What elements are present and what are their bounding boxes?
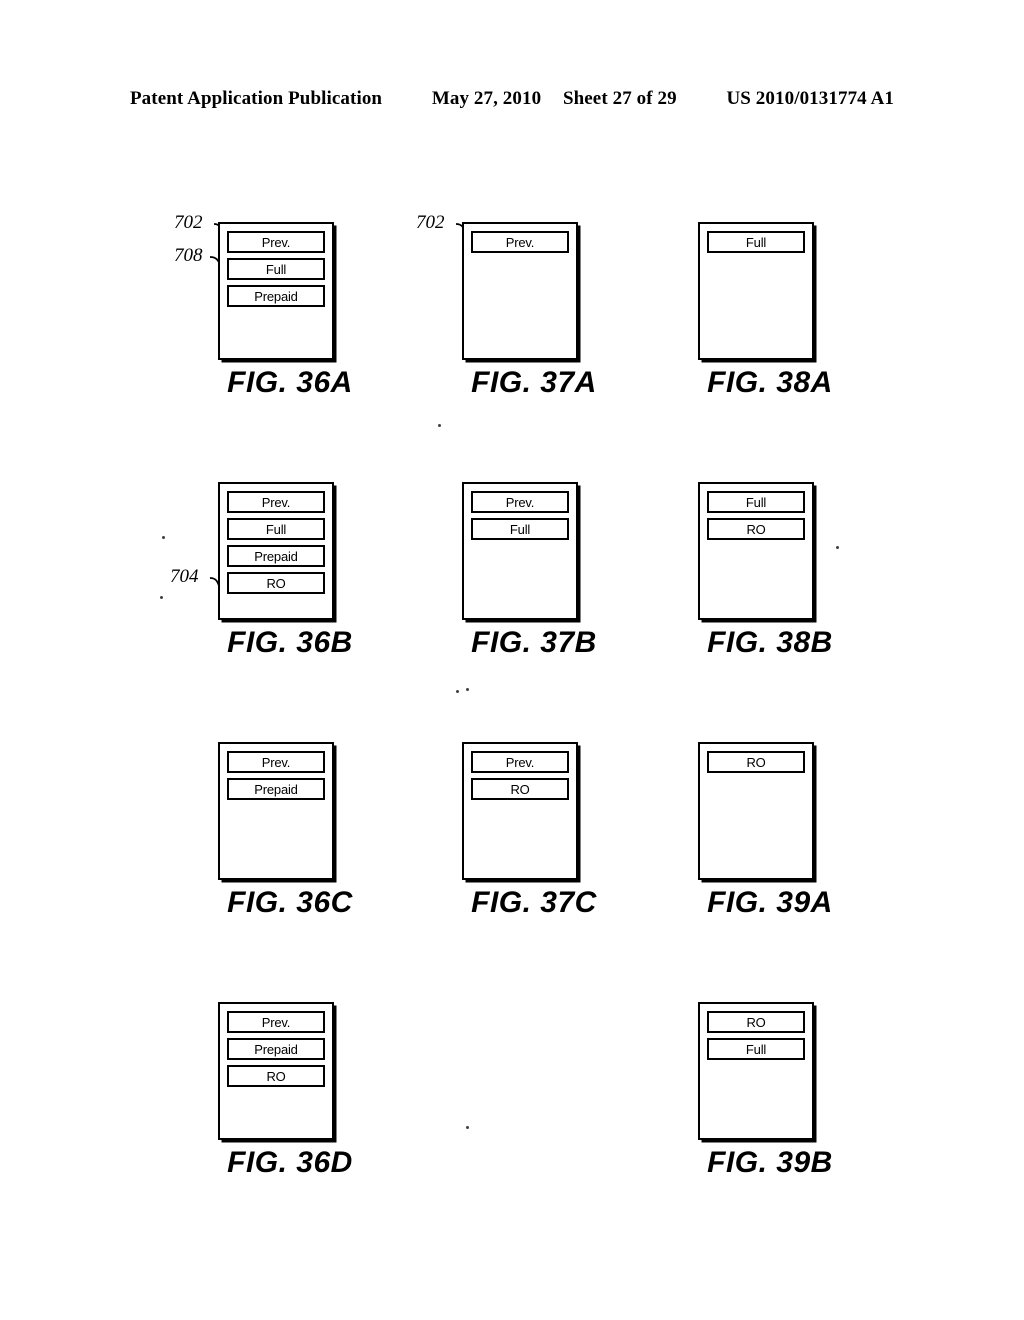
bar-prev[interactable]: Prev. (471, 491, 569, 513)
bar-full[interactable]: Full (707, 231, 805, 253)
scan-speck (836, 546, 839, 549)
bar-prev[interactable]: Prev. (227, 491, 325, 513)
header-sheet-number: Sheet 27 of 29 (562, 88, 677, 109)
bar-prev[interactable]: Prev. (471, 231, 569, 253)
reference-numeral-702: 702 (174, 212, 203, 233)
bar-prev[interactable]: Prev. (227, 751, 325, 773)
bar-stack: Prev. Full Prepaid RO (227, 491, 325, 594)
bar-stack: RO (707, 751, 805, 773)
bar-ro[interactable]: RO (707, 1011, 805, 1033)
bar-stack: Full RO (707, 491, 805, 540)
figure-caption: FIG. 39A (707, 886, 833, 919)
bar-ro[interactable]: RO (227, 572, 325, 594)
figure-caption: FIG. 37C (471, 886, 597, 919)
scan-speck (456, 690, 459, 693)
bar-stack: RO Full (707, 1011, 805, 1060)
scan-speck (466, 688, 469, 691)
bar-full[interactable]: Full (227, 518, 325, 540)
figure-caption: FIG. 36D (227, 1146, 353, 1179)
bar-ro[interactable]: RO (707, 518, 805, 540)
figure-cell-empty (404, 976, 664, 1206)
bar-stack: Prev. Full (471, 491, 569, 540)
figure-caption: FIG. 38A (707, 366, 833, 399)
bar-ro[interactable]: RO (227, 1065, 325, 1087)
figure-fig-36b: 704 Prev. Full Prepaid RO FIG. 36B (160, 456, 420, 686)
figure-fig-39b: RO Full FIG. 39B (640, 976, 900, 1206)
device-screen-outline: Prev. Full Prepaid (218, 222, 334, 360)
bar-prev[interactable]: Prev. (471, 751, 569, 773)
device-screen-outline: Full RO (698, 482, 814, 620)
figure-grid: 702 708 Prev. Full Prepaid FIG. 36A 702 … (0, 196, 1024, 1206)
scan-speck (160, 596, 163, 599)
header-publication-date: May 27, 2010 (431, 88, 542, 109)
reference-numeral-704: 704 (170, 566, 199, 587)
device-screen-outline: Prev. Prepaid RO (218, 1002, 334, 1140)
bar-prepaid[interactable]: Prepaid (227, 545, 325, 567)
figure-fig-37b: Prev. Full FIG. 37B (404, 456, 664, 686)
bar-prepaid[interactable]: Prepaid (227, 285, 325, 307)
bar-prepaid[interactable]: Prepaid (227, 1038, 325, 1060)
figure-caption: FIG. 38B (707, 626, 833, 659)
bar-prepaid[interactable]: Prepaid (227, 778, 325, 800)
bar-ro[interactable]: RO (707, 751, 805, 773)
scan-speck (822, 1152, 825, 1155)
bar-stack: Prev. Prepaid RO (227, 1011, 325, 1087)
reference-numeral-702: 702 (416, 212, 445, 233)
bar-full[interactable]: Full (707, 1038, 805, 1060)
device-screen-outline: Prev. Full Prepaid RO (218, 482, 334, 620)
device-screen-outline: Prev. RO (462, 742, 578, 880)
figure-caption: FIG. 37B (471, 626, 597, 659)
bar-full[interactable]: Full (227, 258, 325, 280)
scan-speck (438, 424, 441, 427)
figure-fig-37a: 702 Prev. FIG. 37A (404, 196, 664, 426)
bar-full[interactable]: Full (707, 491, 805, 513)
header-publication-title: Patent Application Publication (129, 88, 383, 109)
scan-speck (162, 536, 165, 539)
bar-stack: Full (707, 231, 805, 253)
reference-numeral-708: 708 (174, 245, 203, 266)
figure-fig-38a: Full FIG. 38A (640, 196, 900, 426)
bar-stack: Prev. Prepaid (227, 751, 325, 800)
scan-speck (466, 1126, 469, 1129)
page-header: Patent Application Publication May 27, 2… (0, 88, 1024, 110)
device-screen-outline: Full (698, 222, 814, 360)
device-screen-outline: Prev. Prepaid (218, 742, 334, 880)
figure-fig-37c: Prev. RO FIG. 37C (404, 688, 664, 946)
figure-fig-39a: RO FIG. 39A (640, 716, 900, 946)
figure-fig-36a: 702 708 Prev. Full Prepaid FIG. 36A (160, 196, 420, 426)
figure-fig-36c: Prev. Prepaid FIG. 36C (160, 716, 420, 946)
bar-ro[interactable]: RO (471, 778, 569, 800)
figure-caption: FIG. 39B (707, 1146, 833, 1179)
bar-prev[interactable]: Prev. (227, 1011, 325, 1033)
figure-caption: FIG. 37A (471, 366, 597, 399)
bar-stack: Prev. Full Prepaid (227, 231, 325, 307)
figure-caption: FIG. 36A (227, 366, 353, 399)
bar-prev[interactable]: Prev. (227, 231, 325, 253)
device-screen-outline: Prev. (462, 222, 578, 360)
device-screen-outline: Prev. Full (462, 482, 578, 620)
device-screen-outline: RO (698, 742, 814, 880)
figure-caption: FIG. 36B (227, 626, 353, 659)
bar-full[interactable]: Full (471, 518, 569, 540)
figure-fig-36d: Prev. Prepaid RO FIG. 36D (160, 976, 420, 1206)
header-document-number: US 2010/0131774 A1 (726, 88, 895, 109)
figure-fig-38b: Full RO FIG. 38B (640, 456, 900, 686)
figure-caption: FIG. 36C (227, 886, 353, 919)
bar-stack: Prev. (471, 231, 569, 253)
bar-stack: Prev. RO (471, 751, 569, 800)
device-screen-outline: RO Full (698, 1002, 814, 1140)
